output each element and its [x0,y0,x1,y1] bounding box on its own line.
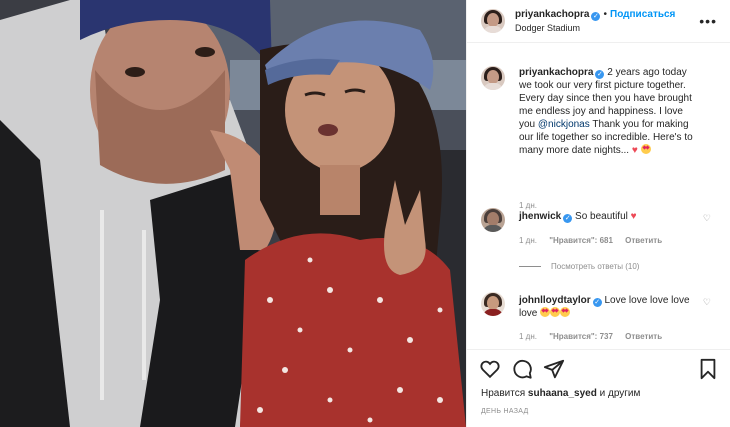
author-avatar[interactable] [481,9,505,33]
reply-button[interactable]: Ответить [625,236,662,245]
post-sidebar: priyankachopra ✓ • Подписаться Dodger Stadi… [466,0,730,427]
comment-likes-count[interactable]: "Нравится": 737 [549,332,613,341]
action-bar: Нравится suhaana_syed и другим ДЕНЬ НАЗА… [467,349,730,427]
caption: priyankachopra ✓ 2 years ago today we too… [481,66,717,210]
commenter-username[interactable]: jhenwick [519,211,561,222]
photo-illustration [0,0,466,427]
heart-eyes-emoji [550,307,561,317]
view-replies-label: Посмотреть ответы (10) [551,262,640,271]
bookmark-icon[interactable] [697,358,719,380]
likes-summary[interactable]: Нравится suhaana_syed и другим [481,388,640,399]
red-heart-emoji: ♥ [630,211,637,222]
commenter-avatar[interactable] [481,208,505,232]
caption-username[interactable]: priyankachopra [519,67,593,78]
caption-avatar[interactable] [481,66,505,90]
comment-body: So beautiful [575,211,631,222]
heart-eyes-emoji [640,144,651,154]
view-replies-button[interactable]: Посмотреть ответы (10) [519,262,639,271]
reply-button[interactable]: Ответить [625,332,662,341]
more-options-icon[interactable]: ••• [699,13,717,29]
comment-likes-count[interactable]: "Нравится": 681 [549,236,613,245]
likes-prefix: Нравится [481,388,528,399]
comment-meta: 1 дн. "Нравится": 681 Ответить [519,236,672,245]
red-heart-emoji: ♥ [631,145,638,156]
comment-item: jhenwick ✓ So beautiful ♥ ♡ 1 дн. "Нравит… [481,208,717,278]
header-text: priyankachopra ✓ • Подписаться Dodger Stadi… [515,9,675,33]
post-photo[interactable] [0,0,466,427]
heart-eyes-emoji [560,307,571,317]
comment-like-icon[interactable]: ♡ [703,213,711,224]
follow-button[interactable]: Подписаться [610,9,675,20]
heart-icon[interactable] [479,358,501,380]
verified-icon: ✓ [592,298,602,307]
separator-dot: • [603,9,607,20]
comment-age[interactable]: 1 дн. [519,332,537,341]
verified-icon: ✓ [563,214,573,223]
share-icon[interactable] [543,358,565,380]
comment-item: johnlloydtaylor ✓ Love love love love lov… [481,292,717,347]
comment-meta: 1 дн. "Нравится": 737 Ответить [519,332,672,341]
comment-like-icon[interactable]: ♡ [703,297,711,308]
heart-eyes-emoji [540,307,551,317]
author-username[interactable]: priyankachopra [515,9,589,20]
commenter-avatar[interactable] [481,292,505,316]
comment-age[interactable]: 1 дн. [519,236,537,245]
commenter-username[interactable]: johnlloydtaylor [519,295,591,306]
post-header: priyankachopra ✓ • Подписаться Dodger Stadi… [467,0,730,43]
instagram-post: priyankachopra ✓ • Подписаться Dodger Stadi… [0,0,730,427]
comments-section: priyankachopra ✓ 2 years ago today we too… [467,44,730,349]
caption-text: priyankachopra ✓ 2 years ago today we too… [519,66,699,157]
liked-by-username[interactable]: suhaana_syed [528,388,597,399]
comment-text: jhenwick ✓ So beautiful ♥ [519,210,699,223]
replies-divider [519,266,541,268]
comment-text: johnlloydtaylor ✓ Love love love love lov… [519,294,699,320]
comment-icon[interactable] [511,358,533,380]
location-link[interactable]: Dodger Stadium [515,23,675,33]
mention-link[interactable]: @nickjonas [538,119,590,130]
post-timestamp[interactable]: ДЕНЬ НАЗАД [481,408,529,415]
verified-icon: ✓ [595,70,605,79]
verified-icon: ✓ [591,12,601,21]
likes-suffix[interactable]: и другим [597,388,641,399]
